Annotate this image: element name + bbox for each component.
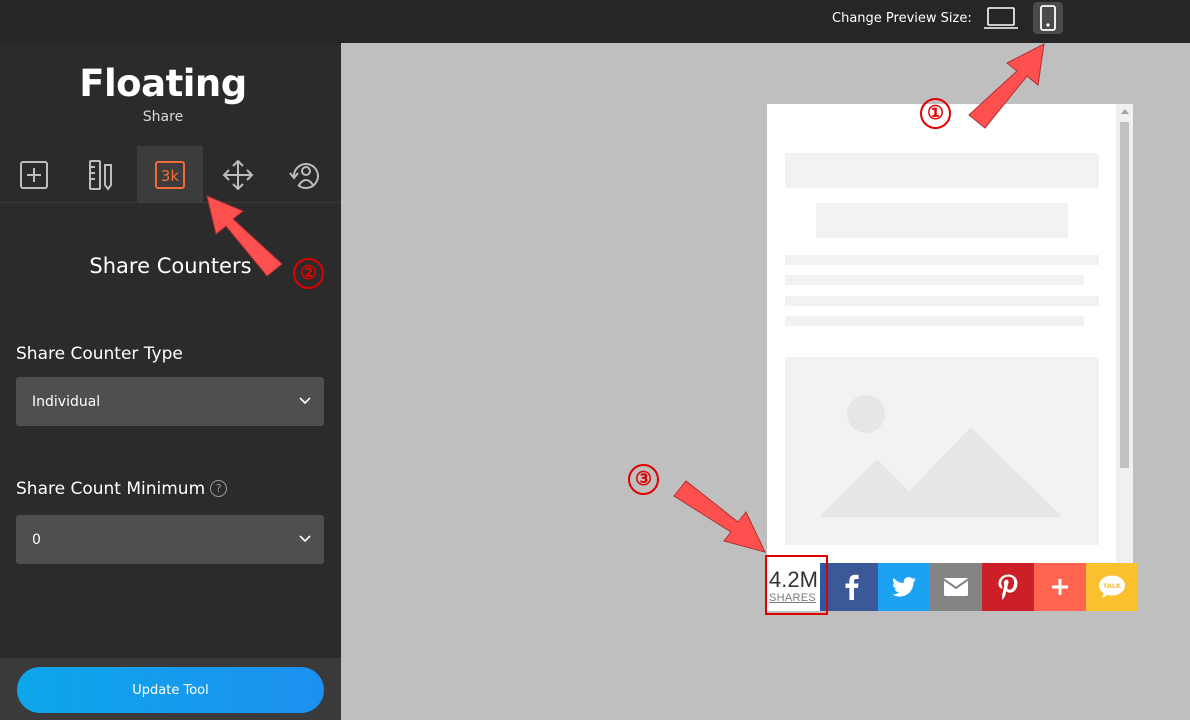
share-count-minimum-value: 0 <box>32 531 41 548</box>
annotation-marker-1: ① <box>920 98 951 129</box>
pinterest-icon <box>998 574 1018 600</box>
tab-share-counters[interactable]: 3k <box>137 146 203 203</box>
user-refresh-icon <box>289 162 319 189</box>
share-count-minimum-label-row: Share Count Minimum? <box>16 479 228 499</box>
tool-title: Floating <box>79 62 247 105</box>
pinterest-share-button[interactable] <box>982 563 1034 611</box>
facebook-icon <box>845 574 859 600</box>
more-share-button[interactable] <box>1034 563 1086 611</box>
mobile-preview-button[interactable] <box>1033 2 1063 34</box>
placeholder-text-line <box>785 275 1084 285</box>
counter-3k-text: 3k <box>161 167 180 185</box>
update-tool-button[interactable]: Update Tool <box>17 667 324 713</box>
counter-highlight-box <box>765 555 828 615</box>
mobile-preview-frame <box>767 104 1133 564</box>
placeholder-text-line <box>785 316 1084 326</box>
chevron-down-icon <box>299 535 311 543</box>
placeholder-title <box>785 153 1099 188</box>
preview-scrollbar[interactable] <box>1116 104 1133 564</box>
share-count-minimum-select[interactable]: 0 <box>16 515 324 564</box>
move-arrows-icon <box>222 159 254 190</box>
tab-visibility[interactable] <box>272 146 338 203</box>
twitter-icon <box>892 577 916 597</box>
scroll-thumb[interactable] <box>1120 122 1129 468</box>
kakaotalk-label: TALK <box>1103 582 1122 590</box>
share-counter-type-label: Share Counter Type <box>16 344 183 364</box>
scroll-up-arrow-icon[interactable] <box>1121 109 1129 114</box>
laptop-icon <box>984 7 1018 29</box>
facebook-share-button[interactable] <box>826 563 878 611</box>
annotation-marker-3: ③ <box>628 464 659 495</box>
placeholder-image <box>785 357 1099 545</box>
share-counter-type-value: Individual <box>32 393 101 410</box>
top-bar: Change Preview Size: <box>0 0 1190 43</box>
counter-3k-icon: 3k <box>155 160 185 189</box>
sidebar-footer: Update Tool <box>0 658 341 720</box>
mobile-icon <box>1040 5 1056 31</box>
laptop-preview-button[interactable] <box>982 2 1020 34</box>
share-counter-type-select[interactable]: Individual <box>16 377 324 426</box>
help-icon[interactable]: ? <box>210 479 228 497</box>
add-box-icon <box>20 160 48 189</box>
twitter-share-button[interactable] <box>878 563 930 611</box>
email-icon <box>944 578 968 596</box>
kakaotalk-icon: TALK <box>1099 575 1125 598</box>
section-title: Share Counters <box>89 254 252 278</box>
ruler-pencil-icon <box>89 159 112 191</box>
plus-icon <box>1052 579 1068 595</box>
chevron-down-icon <box>299 397 311 405</box>
placeholder-text-line <box>785 255 1099 265</box>
image-placeholder-icon <box>819 395 1062 517</box>
tab-position[interactable] <box>205 146 271 203</box>
kakaotalk-share-button[interactable]: TALK <box>1086 563 1138 611</box>
arrow-3 <box>673 480 766 553</box>
placeholder-text-line <box>785 296 1099 306</box>
annotation-marker-2: ② <box>293 258 324 289</box>
tool-subtitle: Share <box>142 109 184 125</box>
placeholder-subtitle <box>816 203 1068 238</box>
sidebar: Floating Share 3k Share Counters Share C… <box>0 43 341 720</box>
email-share-button[interactable] <box>930 563 982 611</box>
tool-tabs: 3k <box>0 146 341 203</box>
share-count-minimum-label: Share Count Minimum <box>16 479 206 499</box>
tab-design[interactable] <box>68 146 134 203</box>
tab-add[interactable] <box>1 146 67 203</box>
preview-size-label: Change Preview Size: <box>832 11 972 26</box>
